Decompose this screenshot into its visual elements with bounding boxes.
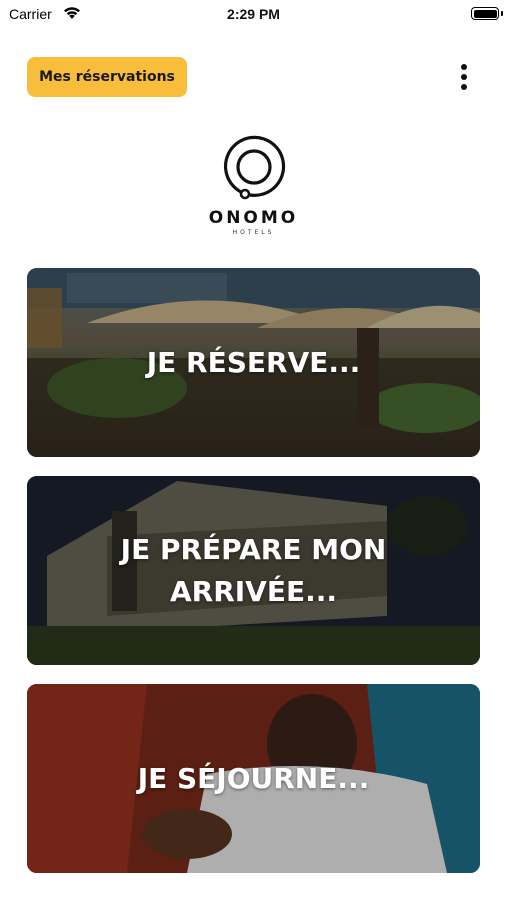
onomo-logo: ONOMO HOTELS — [0, 132, 507, 236]
logo-name: ONOMO — [208, 208, 299, 228]
battery-icon — [471, 7, 499, 20]
logo-subtitle: HOTELS — [232, 229, 275, 236]
prepare-arrival-card-title: JE PRÉPARE MON ARRIVÉE... — [120, 532, 387, 608]
stay-card-title: JE SÉJOURNE... — [137, 761, 370, 795]
my-reservations-button[interactable]: Mes réservations — [27, 57, 187, 97]
book-card[interactable]: JE RÉSERVE... — [27, 268, 480, 457]
battery-cap — [501, 11, 503, 16]
stay-card[interactable]: JE SÉJOURNE... — [27, 684, 480, 873]
status-time: 2:29 PM — [227, 6, 280, 22]
book-card-title: JE RÉSERVE... — [146, 345, 361, 379]
onomo-logo-mark — [223, 135, 285, 200]
status-bar: Carrier 2:29 PM — [0, 0, 507, 30]
more-vertical-icon[interactable] — [452, 60, 476, 94]
prepare-arrival-card[interactable]: JE PRÉPARE MON ARRIVÉE... — [27, 476, 480, 665]
